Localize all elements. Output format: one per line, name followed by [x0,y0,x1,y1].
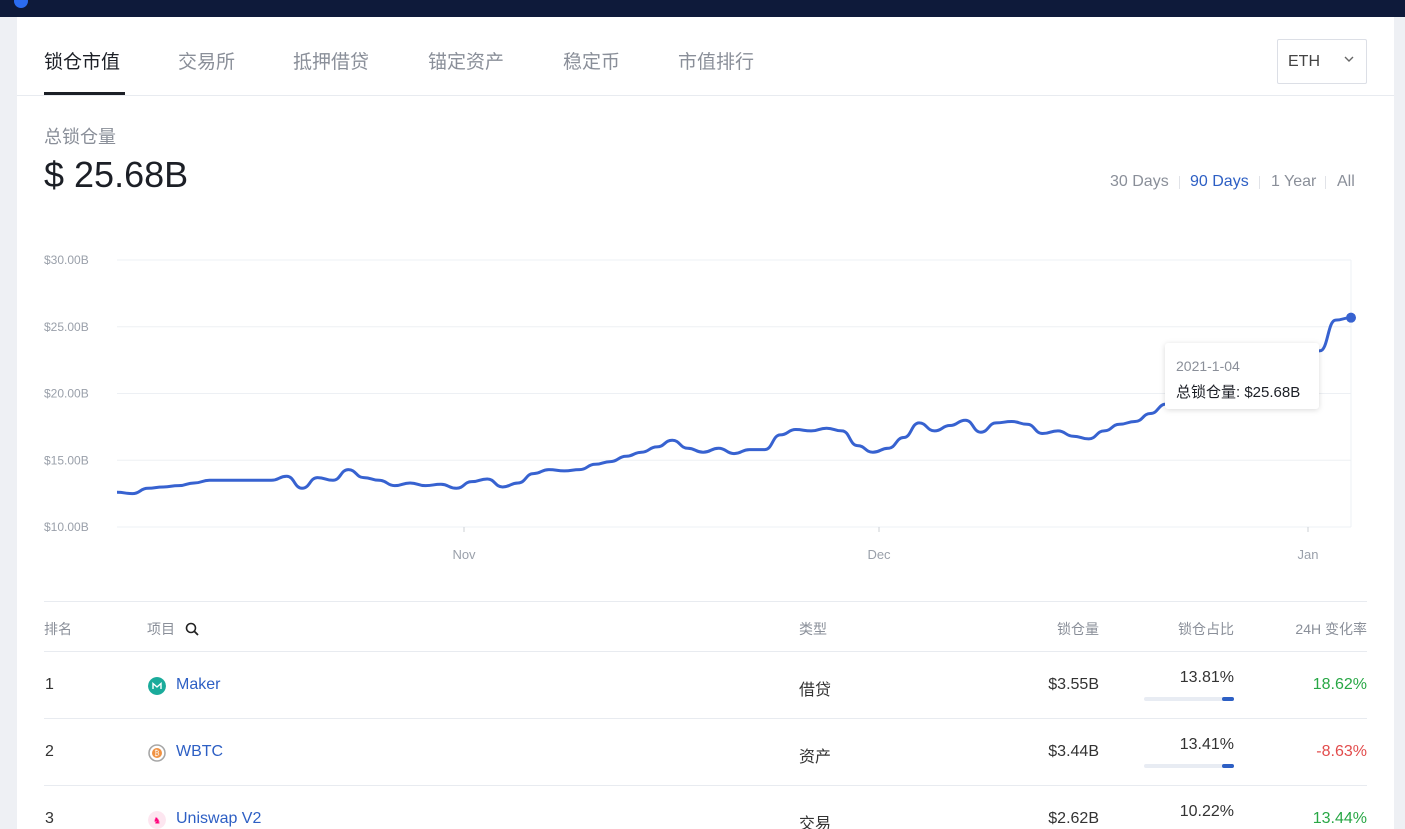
tab-market-cap-rank[interactable]: 市值排行 [678,47,754,74]
wbtc-icon: ₿ [148,744,166,762]
col-share: 锁仓占比 [1178,621,1234,637]
svg-text:₿: ₿ [154,750,159,758]
col-project: 项目 [147,621,175,637]
network-select-value: ETH [1288,53,1320,70]
y-tick-label: $30.00B [44,253,89,267]
row-change: 13.44% [1312,810,1367,827]
project-link[interactable]: Uniswap V2 [176,810,261,828]
x-tick-label: Nov [452,547,476,562]
top-nav-bar [0,0,1405,17]
latest-point-marker [1346,312,1356,323]
share-bar [1144,697,1234,701]
category-tabs: 锁仓市值 交易所 抵押借贷 锚定资产 稳定币 市值排行 ETH [17,17,1394,96]
total-locked-label: 总锁仓量 [44,127,116,147]
x-tick-label: Dec [867,547,891,562]
content-panel: 锁仓市值 交易所 抵押借贷 锚定资产 稳定币 市值排行 ETH 总锁仓量 $ 2… [17,17,1394,829]
range-30-days[interactable]: 30 Days [1110,173,1169,191]
active-tab-indicator [44,92,125,95]
project-link[interactable]: Maker [176,676,220,694]
uniswap-icon: ♞ [148,811,166,829]
x-tick-label: Jan [1298,547,1319,562]
row-tvl: $3.44B [1048,743,1099,760]
col-tvl: 锁仓量 [1057,621,1099,637]
total-locked-value: $ 25.68B [44,154,189,195]
table-header: 排名 项目 类型 锁仓量 锁仓占比 24H 变化率 [44,601,1367,652]
svg-text:♞: ♞ [153,817,161,827]
table-row[interactable]: 1 Maker 借贷 $3.55B 13.81% 18.62% [44,652,1367,719]
share-value: 13.81% [1179,669,1234,686]
row-tvl: $2.62B [1048,810,1099,827]
y-tick-label: $15.00B [44,453,89,467]
tab-lending[interactable]: 抵押借贷 [293,47,369,74]
tab-exchanges[interactable]: 交易所 [178,47,235,74]
row-change: 18.62% [1312,676,1367,693]
table-row[interactable]: 2 ₿ WBTC 资产 $3.44B 13.41% -8.63% [44,719,1367,786]
chevron-down-icon [1344,56,1354,62]
search-icon[interactable] [185,622,200,637]
col-24h-change: 24H 变化率 [1295,621,1367,637]
share-bar [1144,764,1234,768]
y-tick-label: $10.00B [44,520,89,534]
y-tick-label: $25.00B [44,320,89,334]
col-type: 类型 [799,621,827,637]
network-select[interactable]: ETH [1277,39,1367,84]
share-value: 13.41% [1179,736,1234,753]
row-type: 借贷 [799,682,832,699]
tab-pegged-assets[interactable]: 锚定资产 [428,47,504,74]
row-type: 交易 [799,816,832,829]
logo-icon [14,0,28,8]
tooltip-value: 总锁仓量: $25.68B [1176,384,1301,401]
row-rank: 3 [45,810,54,827]
project-link[interactable]: WBTC [176,743,223,761]
share-bar-fill [1222,764,1234,768]
range-90-days[interactable]: 90 Days [1190,173,1249,191]
range-separator [1179,176,1180,189]
row-change: -8.63% [1316,743,1367,760]
row-rank: 2 [45,743,54,760]
row-type: 资产 [799,749,832,766]
tab-stablecoins[interactable]: 稳定币 [563,47,620,74]
range-all[interactable]: All [1337,173,1355,191]
table-row[interactable]: 3 ♞ Uniswap V2 交易 $2.62B 10.22% 13.44% [44,786,1367,829]
maker-icon [148,677,166,695]
range-separator [1325,176,1326,189]
tooltip-date: 2021-1-04 [1176,358,1240,374]
range-1-year[interactable]: 1 Year [1271,173,1316,191]
range-separator [1259,176,1260,189]
row-tvl: $3.55B [1048,676,1099,693]
row-rank: 1 [45,676,54,693]
share-value: 10.22% [1179,803,1234,820]
tab-locked-value[interactable]: 锁仓市值 [44,47,120,74]
chart-tooltip: 2021-1-04 总锁仓量: $25.68B [1165,343,1319,409]
share-bar-fill [1222,697,1234,701]
col-rank: 排名 [44,621,72,637]
y-tick-label: $20.00B [44,387,89,401]
